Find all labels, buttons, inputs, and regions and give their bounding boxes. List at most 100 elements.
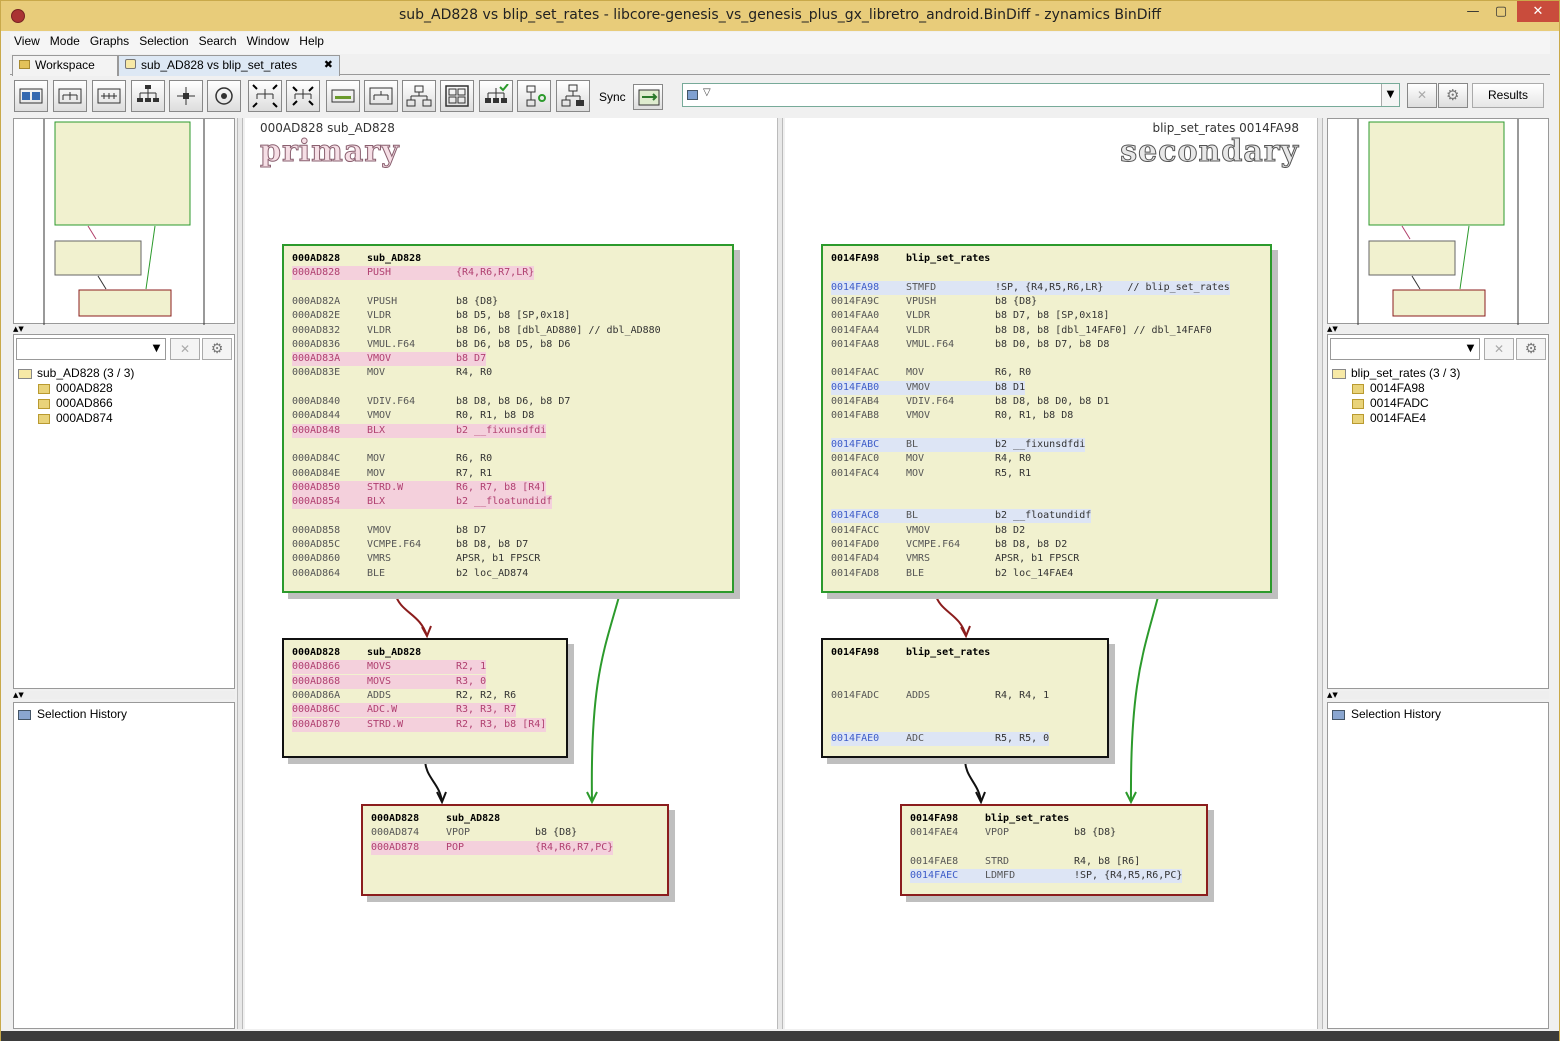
instruction-line[interactable]: 000AD874 VPOP b8 {D8} <box>371 826 577 840</box>
instruction-line[interactable]: 0014FADC ADDS R4, R4, 1 <box>831 689 1049 703</box>
menu-window[interactable]: Window <box>243 32 294 48</box>
instruction-line[interactable]: 000AD866 MOVS R2, 1 <box>292 660 487 675</box>
instruction-line[interactable]: 0014FAA4 VLDR b8 D8, b8 [dbl_14FAF0] // db… <box>831 324 1212 338</box>
instruction-line[interactable]: 0014FAC8 BL b2 __floatundidf <box>831 509 1092 524</box>
block-header[interactable]: 0014FA98 blip_set_rates <box>831 646 990 660</box>
primary-splitter[interactable] <box>237 118 243 1029</box>
block-header[interactable]: 000AD828 sub_AD828 <box>292 646 421 660</box>
instruction-line[interactable]: 000AD868 MOVS R3, 0 <box>292 674 487 689</box>
instruction-line[interactable]: 0014FAB0 VMOV b8 D1 <box>831 380 1026 395</box>
menu-graphs[interactable]: Graphs <box>86 32 133 48</box>
right-tree-item[interactable]: 0014FAE4 <box>1352 411 1426 426</box>
left-tree-clear-button[interactable]: ✕ <box>170 338 200 360</box>
left-tree-filter-input[interactable] <box>16 338 166 360</box>
instruction-line[interactable]: 0014FAEC LDMFD !SP, {R4,R5,R6,PC} <box>910 869 1183 884</box>
instruction-line[interactable]: 000AD86C ADC.W R3, R3, R7 <box>292 703 517 718</box>
clear-search-button[interactable]: ✕ <box>1407 83 1437 108</box>
menu-help[interactable]: Help <box>295 32 328 48</box>
tab-close-icon[interactable]: ✖ <box>324 58 333 71</box>
primary-block-000AD874[interactable]: 000AD828 sub_AD828 000AD874 VPOP b8 {D8} 000A… <box>361 804 669 896</box>
close-window-button[interactable]: ✕ <box>1517 1 1559 22</box>
block-header[interactable]: 000AD828 sub_AD828 <box>292 252 421 266</box>
instruction-line[interactable]: 0014FAD0 VCMPE.F64 b8 D8, b8 D2 <box>831 538 1067 552</box>
secondary-block-0014FAE4[interactable]: 0014FA98 blip_set_rates 0014FAE4 VPOP b8 {D8… <box>900 804 1208 896</box>
instruction-line[interactable]: 000AD848 BLX b2 __fixunsdfdi <box>292 423 547 438</box>
instruction-line[interactable]: 000AD854 BLX b2 __floatundidf <box>292 495 553 510</box>
search-combo[interactable]: ▽ ▼ <box>682 83 1400 107</box>
toolbar-button-12[interactable] <box>440 80 474 112</box>
instruction-line[interactable]: 000AD86A ADDS R2, R2, R6 <box>292 689 516 703</box>
right-tree-item[interactable]: 0014FADC <box>1352 396 1429 411</box>
secondary-graph-view[interactable]: blip_set_rates 0014FA98 secondary 0014FA… <box>785 118 1317 1029</box>
tab-workspace[interactable]: Workspace <box>12 55 118 76</box>
instruction-line[interactable]: 000AD84E MOV R7, R1 <box>292 467 492 481</box>
left-tree-root[interactable]: sub_AD828 (3 / 3) <box>18 366 134 381</box>
instruction-line[interactable]: 000AD860 VMRS APSR, b1 FPSCR <box>292 552 540 566</box>
instruction-line[interactable]: 000AD828 PUSH {R4,R6,R7,LR} <box>292 266 535 281</box>
secondary-splitter[interactable] <box>1317 118 1323 1029</box>
instruction-line[interactable]: 000AD864 BLE b2 loc_AD874 <box>292 567 528 581</box>
instruction-line[interactable]: 000AD844 VMOV R0, R1, b8 D8 <box>292 409 534 423</box>
instruction-line[interactable]: 0014FAC4 MOV R5, R1 <box>831 467 1031 481</box>
right-tree-settings-button[interactable]: ⚙ <box>1516 338 1546 360</box>
instruction-line[interactable]: 000AD878 POP {R4,R6,R7,PC} <box>371 840 614 855</box>
instruction-line[interactable]: 0014FAE8 STRD R4, b8 [R6] <box>910 855 1140 869</box>
left-divider-1[interactable]: ▲▼ <box>13 325 235 333</box>
right-tree-filter-dropdown[interactable]: ▼ <box>1462 339 1479 359</box>
toolbar-button-9[interactable] <box>326 80 360 112</box>
instruction-line[interactable]: 0014FAB8 VMOV R0, R1, b8 D8 <box>831 409 1073 423</box>
instruction-line[interactable]: 0014FACC VMOV b8 D2 <box>831 524 1025 538</box>
instruction-line[interactable]: 000AD870 STRD.W R2, R3, b8 [R4] <box>292 717 547 732</box>
left-tree-item[interactable]: 000AD866 <box>38 396 113 411</box>
sync-toggle-button[interactable] <box>633 84 663 110</box>
left-history-root[interactable]: Selection History <box>18 707 127 722</box>
instruction-line[interactable]: 0014FAA8 VMUL.F64 b8 D0, b8 D7, b8 D8 <box>831 338 1109 352</box>
right-tree-clear-button[interactable]: ✕ <box>1484 338 1514 360</box>
instruction-line[interactable]: 000AD85C VCMPE.F64 b8 D8, b8 D7 <box>292 538 528 552</box>
menu-view[interactable]: View <box>10 32 44 48</box>
left-divider-2[interactable]: ▲▼ <box>13 691 235 699</box>
instruction-line[interactable]: 000AD836 VMUL.F64 b8 D6, b8 D5, b8 D6 <box>292 338 570 352</box>
instruction-line[interactable]: 0014FAE4 VPOP b8 {D8} <box>910 826 1116 840</box>
tab-diff[interactable]: sub_AD828 vs blip_set_rates ✖ <box>118 55 340 76</box>
menu-selection[interactable]: Selection <box>135 32 192 48</box>
left-tree-settings-button[interactable]: ⚙ <box>202 338 232 360</box>
left-overview-panel[interactable] <box>13 118 235 325</box>
instruction-line[interactable]: 0014FA98 STMFD !SP, {R4,R5,R6,LR} // blip_… <box>831 280 1230 295</box>
right-tree-root[interactable]: blip_set_rates (3 / 3) <box>1332 366 1460 381</box>
toolbar-button-11[interactable] <box>402 80 436 112</box>
menu-search[interactable]: Search <box>195 32 241 48</box>
toolbar-button-1[interactable] <box>14 80 48 112</box>
right-history-root[interactable]: Selection History <box>1332 707 1441 722</box>
toolbar-button-10[interactable] <box>364 80 398 112</box>
left-tree-item[interactable]: 000AD874 <box>38 411 113 426</box>
search-dropdown-button[interactable]: ▼ <box>1381 84 1399 106</box>
instruction-line[interactable]: 0014FAE0 ADC R5, R5, 0 <box>831 731 1050 746</box>
instruction-line[interactable]: 000AD82E VLDR b8 D5, b8 [SP,0x18] <box>292 309 570 323</box>
instruction-line[interactable]: 000AD83A VMOV b8 D7 <box>292 352 487 367</box>
results-button[interactable]: Results <box>1472 83 1544 108</box>
secondary-block-0014FA98[interactable]: 0014FA98 blip_set_rates 0014FA98 STMFD !SP, … <box>821 244 1272 593</box>
instruction-line[interactable]: 0014FAD4 VMRS APSR, b1 FPSCR <box>831 552 1079 566</box>
toolbar-button-5[interactable] <box>169 80 203 112</box>
block-header[interactable]: 0014FA98 blip_set_rates <box>831 252 990 266</box>
toolbar-button-8[interactable] <box>286 80 320 112</box>
instruction-line[interactable]: 0014FA9C VPUSH b8 {D8} <box>831 295 1037 309</box>
right-tree-filter-input[interactable] <box>1330 338 1480 360</box>
right-tree-item[interactable]: 0014FA98 <box>1352 381 1425 396</box>
right-overview-panel[interactable] <box>1327 118 1549 325</box>
menu-mode[interactable]: Mode <box>46 32 84 48</box>
toolbar-button-2[interactable] <box>53 80 87 112</box>
search-settings-button[interactable]: ⚙ <box>1438 83 1468 108</box>
left-tree-item[interactable]: 000AD828 <box>38 381 113 396</box>
instruction-line[interactable]: 0014FABC BL b2 __fixunsdfdi <box>831 437 1086 452</box>
left-tree-filter-dropdown[interactable]: ▼ <box>148 339 165 359</box>
right-divider-2[interactable]: ▲▼ <box>1327 691 1549 699</box>
instruction-line[interactable]: 000AD83E MOV R4, R0 <box>292 366 492 380</box>
instruction-line[interactable]: 000AD832 VLDR b8 D6, b8 [dbl_AD880] // dbl… <box>292 324 661 338</box>
toolbar-button-3[interactable] <box>92 80 126 112</box>
toolbar-button-6[interactable] <box>207 80 241 112</box>
minimize-button[interactable]: — <box>1459 1 1487 23</box>
instruction-line[interactable]: 000AD82A VPUSH b8 {D8} <box>292 295 498 309</box>
primary-block-000AD866[interactable]: 000AD828 sub_AD828 000AD866 MOVS R2, 1 000AD8… <box>282 638 568 758</box>
